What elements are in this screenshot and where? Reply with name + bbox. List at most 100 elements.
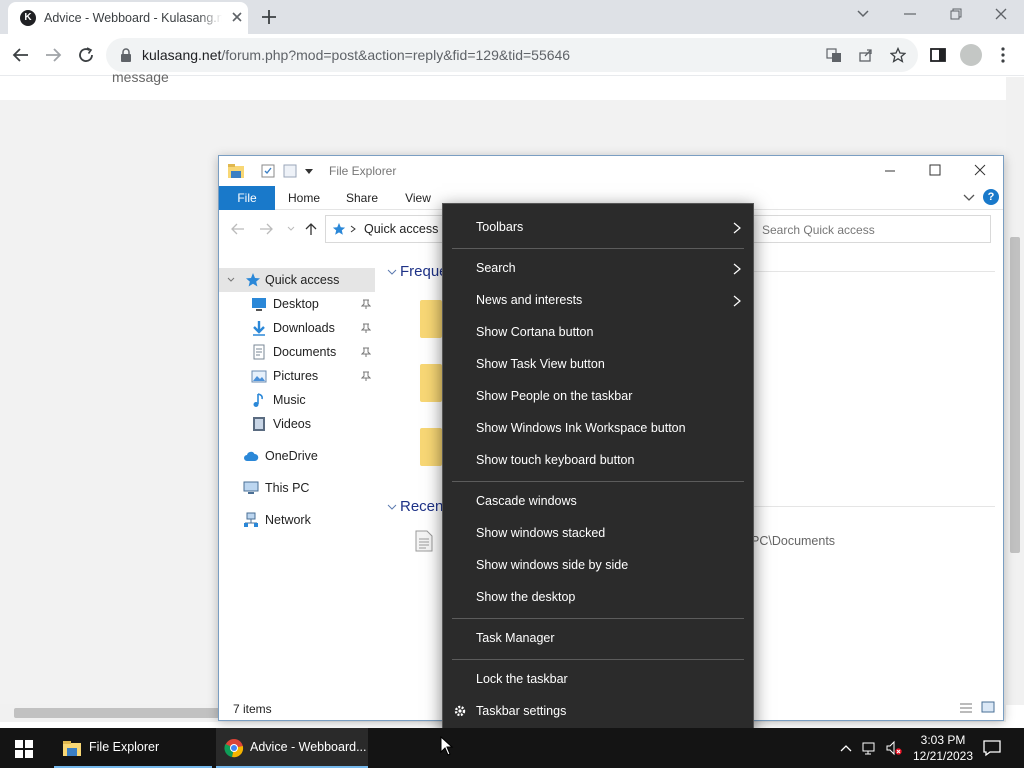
text-file-icon[interactable]: [415, 530, 433, 552]
minimize-icon[interactable]: [902, 6, 918, 22]
restore-icon[interactable]: [948, 6, 964, 22]
more-menu-icon[interactable]: [994, 46, 1012, 64]
status-item-count: 7 items: [233, 702, 272, 716]
explorer-forward-icon[interactable]: [259, 223, 273, 235]
menu-item-label: Show the desktop: [476, 590, 576, 604]
ribbon-tab-home[interactable]: Home: [279, 186, 329, 210]
ribbon-expand-chevron-icon[interactable]: [963, 193, 975, 203]
taskbar-app-chrome[interactable]: Advice - Webboard...: [216, 728, 368, 768]
pictures-icon: [251, 370, 267, 383]
nav-item-network[interactable]: Network: [219, 508, 375, 532]
translate-icon[interactable]: [826, 47, 842, 63]
nav-item-pictures[interactable]: Pictures: [219, 364, 375, 388]
menu-item-show-ink-workspace[interactable]: Show Windows Ink Workspace button: [443, 413, 753, 445]
browser-tab-active[interactable]: K Advice - Webboard - Kulasang.net: [8, 2, 248, 34]
up-arrow-icon[interactable]: [305, 222, 317, 236]
nav-item-this-pc[interactable]: This PC: [219, 476, 375, 500]
pin-icon[interactable]: [361, 347, 371, 357]
taskbar-clock[interactable]: 3:03 PM 12/21/2023: [905, 732, 981, 764]
taskbar-app-label: File Explorer: [89, 740, 160, 754]
new-folder-icon[interactable]: [283, 164, 297, 178]
properties-icon[interactable]: [261, 164, 275, 178]
side-panel-icon[interactable]: [929, 46, 947, 64]
vertical-scrollbar[interactable]: [1006, 77, 1024, 705]
lock-icon[interactable]: [120, 48, 132, 62]
explorer-title: File Explorer: [329, 164, 397, 178]
share-icon[interactable]: [858, 47, 874, 63]
submenu-arrow-icon: [733, 263, 741, 275]
explorer-search-input[interactable]: Search Quick access: [749, 215, 991, 243]
menu-item-windows-side-by-side[interactable]: Show windows side by side: [443, 550, 753, 582]
section-collapse-chevron-icon[interactable]: [387, 268, 397, 276]
recent-locations-chevron-icon[interactable]: [287, 226, 295, 232]
chrome-icon: [224, 739, 244, 758]
breadcrumb-chevron-icon[interactable]: [350, 225, 356, 233]
notification-center-icon[interactable]: [983, 739, 1001, 757]
nav-item-onedrive[interactable]: OneDrive: [219, 444, 375, 468]
pin-icon[interactable]: [361, 323, 371, 333]
folder-icon[interactable]: [420, 300, 442, 338]
volume-muted-icon[interactable]: [886, 740, 902, 756]
submenu-arrow-icon: [733, 295, 741, 307]
vertical-scroll-thumb[interactable]: [1010, 237, 1020, 553]
show-hidden-icons-chevron-icon[interactable]: [838, 740, 854, 756]
pin-icon[interactable]: [361, 371, 371, 381]
nav-item-downloads[interactable]: Downloads: [219, 316, 375, 340]
menu-item-show-people[interactable]: Show People on the taskbar: [443, 381, 753, 413]
details-view-icon[interactable]: [959, 702, 973, 714]
nav-label: Music: [273, 393, 306, 407]
ribbon-tab-file[interactable]: File: [219, 186, 275, 210]
ribbon-tab-view[interactable]: View: [393, 186, 443, 210]
menu-item-show-desktop[interactable]: Show the desktop: [443, 582, 753, 614]
menu-item-taskbar-settings[interactable]: Taskbar settings: [443, 696, 753, 728]
menu-item-windows-stacked[interactable]: Show windows stacked: [443, 518, 753, 550]
tab-title: Advice - Webboard - Kulasang.net: [44, 11, 222, 25]
pin-icon[interactable]: [361, 299, 371, 309]
menu-item-toolbars[interactable]: Toolbars: [443, 212, 753, 244]
folder-icon[interactable]: [420, 428, 442, 466]
nav-item-quick-access[interactable]: Quick access: [219, 268, 375, 292]
quick-toolbar-dropdown-icon[interactable]: [305, 167, 313, 175]
menu-item-cascade-windows[interactable]: Cascade windows: [443, 486, 753, 518]
menu-item-news-and-interests[interactable]: News and interests: [443, 285, 753, 317]
section-collapse-chevron-icon[interactable]: [387, 503, 397, 511]
nav-item-desktop[interactable]: Desktop: [219, 292, 375, 316]
nav-label: Downloads: [273, 321, 335, 335]
expand-chevron-icon[interactable]: [227, 277, 235, 283]
address-bar[interactable]: kulasang.net/forum.php?mod=post&action=r…: [106, 38, 918, 72]
explorer-close-icon[interactable]: [973, 163, 987, 177]
menu-item-show-task-view-button[interactable]: Show Task View button: [443, 349, 753, 381]
explorer-back-icon[interactable]: [231, 223, 245, 235]
nav-item-documents[interactable]: Documents: [219, 340, 375, 364]
nav-item-videos[interactable]: Videos: [219, 412, 375, 436]
profile-avatar-icon[interactable]: [960, 44, 982, 66]
network-status-icon[interactable]: [862, 740, 878, 756]
download-icon: [253, 321, 265, 336]
bookmark-star-icon[interactable]: [890, 47, 906, 63]
menu-item-search[interactable]: Search: [443, 253, 753, 285]
new-tab-icon[interactable]: [260, 8, 278, 26]
menu-item-show-cortana-button[interactable]: Show Cortana button: [443, 317, 753, 349]
nav-item-music[interactable]: Music: [219, 388, 375, 412]
url-text: kulasang.net/forum.php?mod=post&action=r…: [142, 47, 570, 63]
windows-taskbar[interactable]: File Explorer Advice - Webboard... 3:03 …: [0, 728, 1024, 768]
back-arrow-icon[interactable]: [12, 46, 30, 64]
ribbon-tab-share[interactable]: Share: [337, 186, 387, 210]
folder-icon[interactable]: [420, 364, 442, 402]
taskbar-app-file-explorer[interactable]: File Explorer: [54, 728, 212, 768]
explorer-minimize-icon[interactable]: [883, 164, 897, 178]
submenu-arrow-icon: [733, 222, 741, 234]
tab-close-icon[interactable]: [230, 10, 244, 24]
large-icons-view-icon[interactable]: [981, 701, 995, 713]
help-icon[interactable]: ?: [983, 189, 999, 205]
forward-arrow-icon[interactable]: [44, 46, 62, 64]
menu-item-lock-taskbar[interactable]: Lock the taskbar: [443, 664, 753, 696]
windows-start-icon[interactable]: [15, 740, 33, 758]
reload-icon[interactable]: [77, 46, 95, 64]
close-window-icon[interactable]: [993, 6, 1009, 22]
menu-item-task-manager[interactable]: Task Manager: [443, 623, 753, 655]
nav-label: OneDrive: [265, 449, 318, 463]
tab-search-chevron-icon[interactable]: [855, 6, 871, 22]
menu-item-show-touch-keyboard[interactable]: Show touch keyboard button: [443, 445, 753, 477]
explorer-maximize-icon[interactable]: [928, 163, 942, 177]
